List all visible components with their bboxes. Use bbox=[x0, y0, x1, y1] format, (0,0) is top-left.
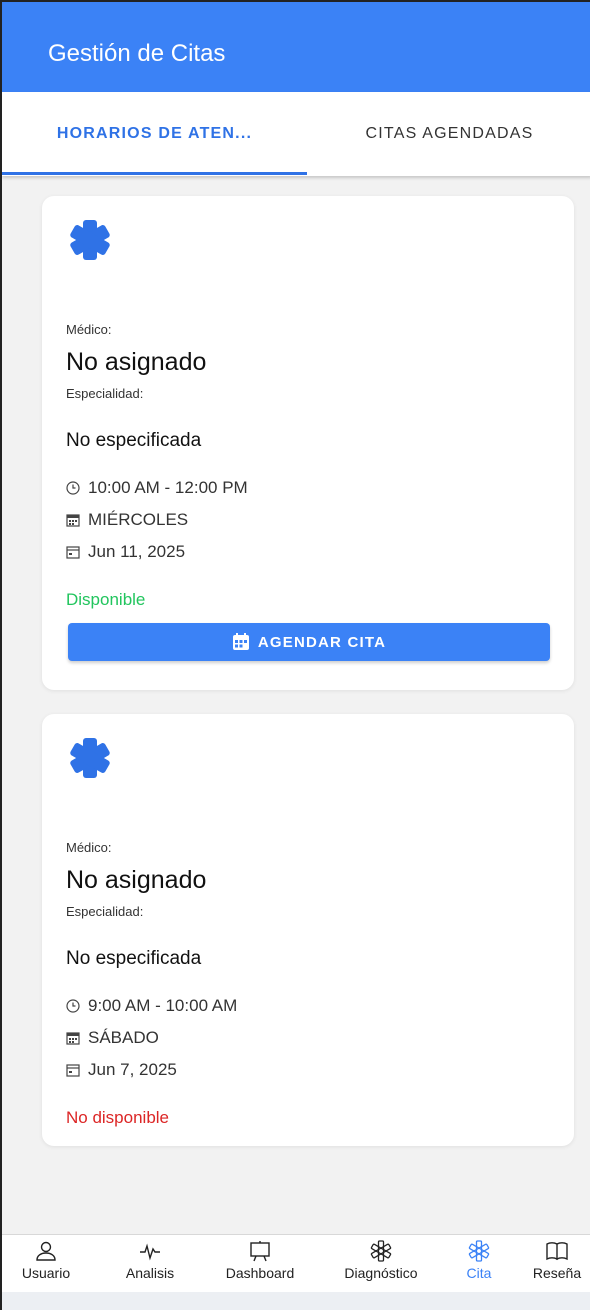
user-icon bbox=[36, 1241, 56, 1261]
calendar-icon bbox=[66, 1032, 80, 1045]
time-row: 10:00 AM - 12:00 PM bbox=[66, 478, 248, 498]
app-title: Gestión de Citas bbox=[48, 40, 226, 67]
date-row: Jun 7, 2025 bbox=[66, 1060, 177, 1080]
calendar-icon bbox=[66, 514, 80, 527]
doctor-label: Médico: bbox=[66, 322, 112, 337]
calendar-icon bbox=[232, 633, 249, 650]
event-icon bbox=[66, 546, 80, 559]
clock-icon bbox=[66, 999, 80, 1013]
specialty-label: Especialidad: bbox=[66, 904, 144, 919]
date-row: Jun 11, 2025 bbox=[66, 542, 185, 562]
book-icon bbox=[546, 1242, 568, 1261]
clock-icon bbox=[66, 481, 80, 495]
agendar-cita-label: AGENDAR CITA bbox=[257, 633, 387, 651]
presentation-icon bbox=[250, 1241, 270, 1262]
schedule-card: Médico: No asignado Especialidad: No esp… bbox=[42, 714, 574, 1146]
day-row: MIÉRCOLES bbox=[66, 510, 188, 530]
nav-label: Dashboard bbox=[225, 1265, 295, 1281]
asterisk-icon bbox=[370, 1240, 392, 1262]
nav-label: Diagnóstico bbox=[344, 1265, 418, 1281]
medical-asterisk-icon bbox=[70, 738, 110, 778]
date-value: Jun 11, 2025 bbox=[88, 542, 186, 561]
tab-horarios[interactable]: HORARIOS DE ATEN... bbox=[2, 92, 307, 176]
nav-usuario[interactable]: Usuario bbox=[2, 1235, 90, 1293]
event-icon bbox=[66, 1064, 80, 1077]
app-bar: Gestión de Citas bbox=[2, 2, 590, 92]
bottom-strip bbox=[2, 1292, 590, 1310]
asterisk-icon bbox=[468, 1240, 490, 1262]
nav-diagnostico[interactable]: Diagnóstico bbox=[326, 1235, 436, 1293]
nav-analisis[interactable]: Analisis bbox=[106, 1235, 194, 1293]
nav-label: Usuario bbox=[21, 1265, 71, 1281]
tab-bar: HORARIOS DE ATEN... CITAS AGENDADAS bbox=[2, 92, 590, 176]
medical-asterisk-icon bbox=[70, 220, 110, 260]
status-badge: No disponible bbox=[66, 1108, 170, 1127]
app-frame: Gestión de Citas HORARIOS DE ATEN... CIT… bbox=[0, 0, 590, 1310]
schedule-list[interactable]: Médico: No asignado Especialidad: No esp… bbox=[2, 176, 590, 1234]
tab-indicator bbox=[2, 172, 307, 175]
time-value: 9:00 AM - 10:00 AM bbox=[88, 996, 238, 1015]
nav-dashboard[interactable]: Dashboard bbox=[212, 1235, 308, 1293]
date-value: Jun 7, 2025 bbox=[88, 1060, 177, 1079]
specialty-label: Especialidad: bbox=[66, 386, 144, 401]
specialty-value: No especificada bbox=[66, 430, 202, 451]
agendar-cita-button[interactable]: AGENDAR CITA bbox=[68, 623, 550, 661]
nav-resena[interactable]: Reseña bbox=[522, 1235, 590, 1293]
pulse-icon bbox=[140, 1243, 160, 1261]
doctor-name: No asignado bbox=[66, 348, 207, 376]
doctor-label: Médico: bbox=[66, 840, 112, 855]
nav-label: Cita bbox=[466, 1265, 492, 1281]
day-value: MIÉRCOLES bbox=[88, 510, 189, 529]
nav-label: Reseña bbox=[532, 1265, 582, 1281]
bottom-nav: Usuario Analisis Dashboard Diagnóstico C… bbox=[2, 1234, 590, 1292]
status-badge: Disponible bbox=[66, 590, 146, 609]
schedule-card: Médico: No asignado Especialidad: No esp… bbox=[42, 196, 574, 690]
nav-label: Analisis bbox=[125, 1265, 175, 1281]
day-value: SÁBADO bbox=[88, 1028, 159, 1047]
doctor-name: No asignado bbox=[66, 866, 207, 894]
nav-cita[interactable]: Cita bbox=[448, 1235, 510, 1293]
time-value: 10:00 AM - 12:00 PM bbox=[88, 478, 248, 497]
specialty-value: No especificada bbox=[66, 948, 202, 969]
tab-citas-agendadas[interactable]: CITAS AGENDADAS bbox=[307, 92, 590, 176]
time-row: 9:00 AM - 10:00 AM bbox=[66, 996, 237, 1016]
day-row: SÁBADO bbox=[66, 1028, 159, 1048]
